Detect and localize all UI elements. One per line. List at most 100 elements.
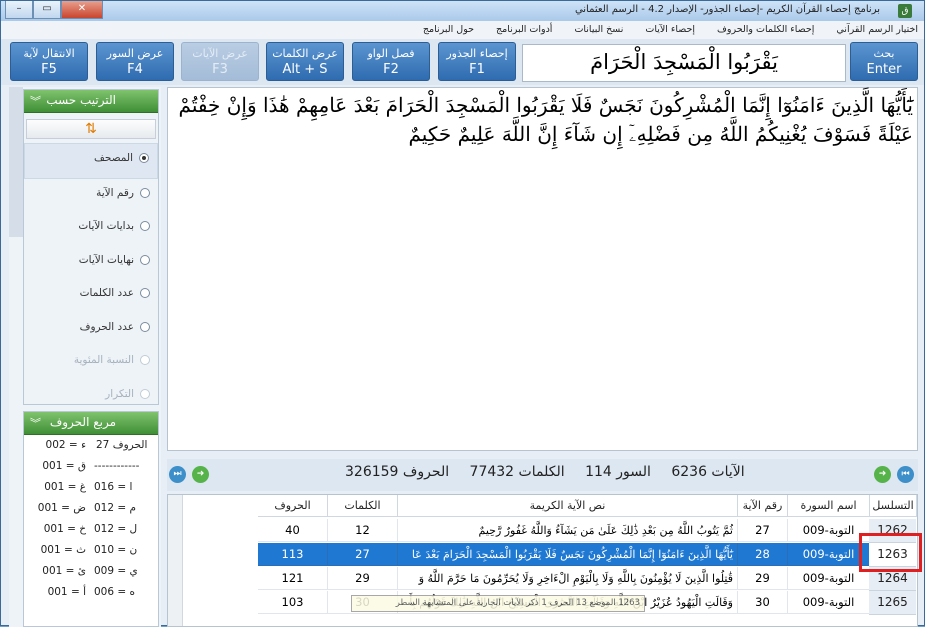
list-item: 001 = أ 006 = ه bbox=[24, 583, 158, 604]
cell-sura: 009-التوبة bbox=[788, 567, 870, 590]
cell-letters: 113 bbox=[258, 543, 328, 566]
radio-button bbox=[140, 388, 150, 399]
sort-option-label: التكرار bbox=[105, 387, 134, 400]
table-row-selected[interactable]: 009-التوبة 28 يَٰٓأَيُّهَا الَّذِينَ ءَا… bbox=[168, 543, 917, 566]
letter-count: 001 = ق bbox=[42, 460, 86, 472]
app-window: ق برنامج إحصاء القرآن الكريم -إحصاء الجذ… bbox=[0, 0, 925, 627]
sort-option-label: عدد الكلمات bbox=[79, 287, 134, 299]
prev-arrow-icon[interactable]: ➜ bbox=[874, 466, 891, 483]
list-item: 001 = خ 012 = ل bbox=[24, 520, 158, 541]
sort-option-ayah-ends[interactable]: نهايات الآيات bbox=[24, 246, 158, 280]
letter-count: 009 = ي bbox=[94, 565, 138, 577]
sort-option-mushaf[interactable]: المصحف bbox=[24, 143, 158, 179]
letters-total: الحروف 27 bbox=[96, 439, 148, 451]
sort-direction-button[interactable]: ⇅ bbox=[26, 119, 156, 139]
sort-option-ayah-number[interactable]: رقم الآية bbox=[24, 179, 158, 213]
sort-option-letter-count[interactable]: عدد الحروف bbox=[24, 313, 158, 347]
stats-bar: ⏭ ➜ الآيات 6236 السور 114 الكلمات 77432 … bbox=[167, 459, 918, 491]
letter-count: 001 = ئ bbox=[42, 565, 86, 577]
roots-stats-key: F1 bbox=[469, 62, 485, 77]
sort-option-label: المصحف bbox=[94, 152, 133, 164]
search-input[interactable]: يَقْرَبُوا الْمَسْجِدَ الْحَرَامَ bbox=[522, 44, 846, 82]
radio-button[interactable] bbox=[140, 321, 150, 332]
sort-option-label: النسبة المئوية bbox=[73, 354, 134, 366]
letters-panel-header[interactable]: ︾ مربع الحروف bbox=[24, 412, 158, 435]
menu-ayat-stats[interactable]: إحصاء الآيات bbox=[645, 24, 695, 35]
radio-button[interactable] bbox=[140, 187, 150, 198]
window-title: برنامج إحصاء القرآن الكريم -إحصاء الجذور… bbox=[574, 4, 880, 15]
next-arrow-icon[interactable]: ➜ bbox=[192, 466, 209, 483]
letter-count: 002 = ء bbox=[45, 439, 86, 451]
radio-button[interactable] bbox=[140, 221, 150, 231]
cell-ayah: 30 bbox=[738, 591, 788, 614]
minimize-button[interactable]: – bbox=[5, 1, 33, 19]
row-serial[interactable]: 1265 bbox=[869, 591, 916, 615]
sort-option-word-count[interactable]: عدد الكلمات bbox=[24, 279, 158, 313]
side-scrollbar[interactable] bbox=[9, 87, 23, 237]
sort-option-label: عدد الحروف bbox=[79, 320, 134, 333]
table-row[interactable]: 009-التوبة 29 قَٰتِلُوا الَّذِينَ لَا يُ… bbox=[168, 567, 917, 590]
show-suras-button[interactable]: عرض السور F4 bbox=[96, 42, 174, 81]
col-serial[interactable]: التسلسل bbox=[870, 495, 917, 517]
goto-ayah-key: F5 bbox=[41, 62, 57, 77]
col-letters[interactable]: الحروف bbox=[258, 495, 328, 517]
letter-count: 006 = ه bbox=[94, 586, 136, 598]
menu-tools[interactable]: أدوات البرنامج bbox=[496, 24, 552, 35]
radio-button[interactable] bbox=[140, 288, 150, 298]
sort-option-percentage: النسبة المئوية bbox=[24, 346, 158, 380]
letter-count: ------------ bbox=[94, 460, 140, 472]
show-suras-key: F4 bbox=[127, 62, 143, 77]
table-row[interactable]: 009-التوبة 27 ثُمَّ يَتُوبُ اللَّهُ مِن … bbox=[168, 519, 917, 542]
collapse-chevron-icon[interactable]: ︾ bbox=[30, 415, 41, 431]
menu-words-letters[interactable]: إحصاء الكلمات والحروف bbox=[717, 24, 814, 35]
letter-count: 012 = م bbox=[94, 502, 137, 514]
menu-copy-data[interactable]: نسخ البيانات bbox=[574, 24, 623, 35]
letters-panel-title: مربع الحروف bbox=[49, 415, 116, 429]
show-ayat-key: F3 bbox=[212, 62, 228, 77]
menu-quran-script[interactable]: اختيار الرسم القرآني bbox=[836, 24, 918, 35]
show-ayat-button[interactable]: عرض الآيات F3 bbox=[181, 42, 259, 81]
goto-ayah-button[interactable]: الانتقال لآية F5 bbox=[10, 42, 88, 81]
close-button[interactable]: ✕ bbox=[61, 1, 103, 19]
collapse-chevron-icon[interactable]: ︾ bbox=[30, 93, 41, 109]
roots-stats-button[interactable]: إحصاء الجذور F1 bbox=[438, 42, 516, 81]
sort-panel-header[interactable]: ︾ الترتيب حسب bbox=[24, 90, 158, 113]
cell-ayah: 28 bbox=[738, 543, 788, 566]
table-header: التسلسل اسم السورة رقم الآية نص الآية ال… bbox=[168, 495, 917, 517]
letters-panel: ︾ مربع الحروف 002 = ء الحروف 27 001 = ق … bbox=[23, 411, 159, 627]
title-bar[interactable]: ق برنامج إحصاء القرآن الكريم -إحصاء الجذ… bbox=[1, 1, 924, 22]
letter-count: 001 = أ bbox=[47, 586, 86, 598]
menu-about[interactable]: حول البرنامج bbox=[423, 24, 474, 35]
letter-count: 001 = خ bbox=[43, 523, 86, 535]
cell-letters: 103 bbox=[258, 591, 328, 614]
radio-button[interactable] bbox=[139, 153, 149, 163]
letter-count: 016 = ا bbox=[94, 481, 133, 493]
search-button[interactable]: بحث Enter bbox=[850, 42, 918, 81]
separate-waw-button[interactable]: فصل الواو F2 bbox=[352, 42, 430, 81]
sort-panel: ︾ الترتيب حسب ⇅ المصحف رقم الآية بدايات … bbox=[23, 89, 159, 405]
sort-arrows-icon: ⇅ bbox=[85, 121, 97, 137]
ayat-count: الآيات 6236 bbox=[671, 464, 745, 480]
cell-text: ثُمَّ يَتُوبُ اللَّهُ مِن بَعْدِ ذَٰلِكَ… bbox=[398, 519, 738, 542]
separate-waw-label: فصل الواو bbox=[367, 47, 415, 60]
radio-button[interactable] bbox=[140, 254, 150, 265]
sort-option-ayah-starts[interactable]: بدايات الآيات bbox=[24, 212, 158, 246]
cell-sura: 009-التوبة bbox=[788, 543, 870, 566]
cell-ayah: 27 bbox=[738, 519, 788, 542]
col-text[interactable]: نص الآية الكريمة bbox=[398, 495, 738, 517]
highlight-box bbox=[859, 533, 922, 572]
show-words-button[interactable]: عرض الكلمات Alt + S bbox=[266, 42, 344, 81]
list-item: 001 = غ 016 = ا bbox=[24, 478, 158, 499]
col-ayah[interactable]: رقم الآية bbox=[738, 495, 788, 517]
roots-stats-label: إحصاء الجذور bbox=[446, 47, 508, 60]
list-item: 001 = ض 012 = م bbox=[24, 499, 158, 520]
first-page-icon[interactable]: ⏮ bbox=[897, 466, 914, 483]
last-page-icon[interactable]: ⏭ bbox=[169, 466, 186, 483]
cell-sura: 009-التوبة bbox=[788, 591, 870, 614]
cell-letters: 40 bbox=[258, 519, 328, 542]
letter-count: 001 = ض bbox=[37, 502, 86, 514]
letter-count: 001 = ث bbox=[40, 544, 86, 556]
col-words[interactable]: الكلمات bbox=[328, 495, 398, 517]
col-sura[interactable]: اسم السورة bbox=[788, 495, 870, 517]
maximize-button[interactable]: ▭ bbox=[33, 1, 61, 19]
